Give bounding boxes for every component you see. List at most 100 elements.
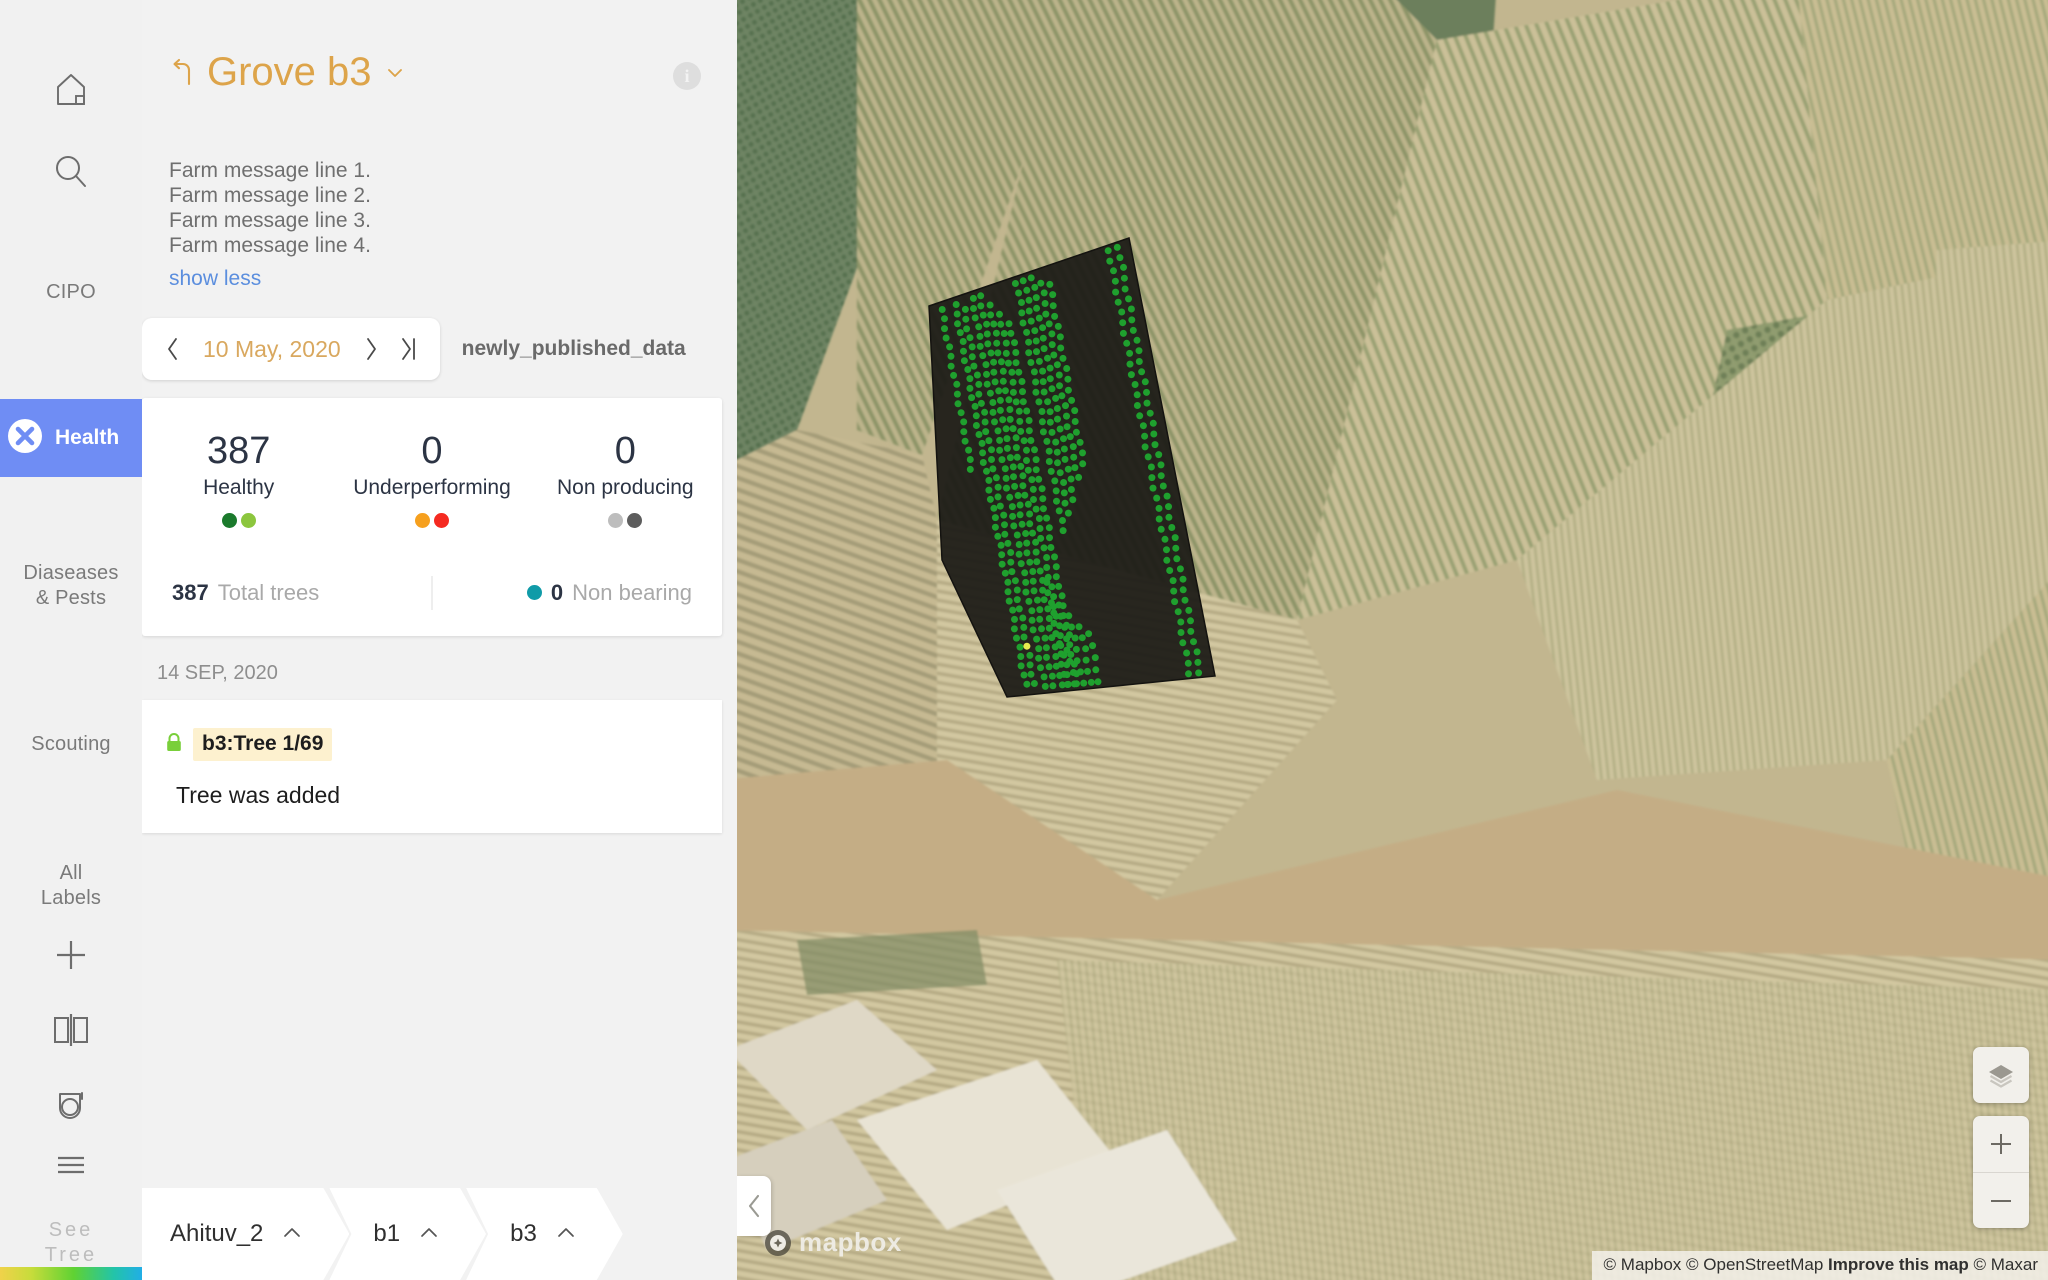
tree-marker[interactable] (1050, 352, 1057, 359)
tree-marker[interactable] (1033, 338, 1040, 345)
tree-marker[interactable] (1026, 297, 1033, 304)
tree-marker[interactable] (988, 456, 995, 463)
tree-marker[interactable] (1052, 439, 1059, 446)
tree-marker[interactable] (973, 422, 980, 429)
tree-marker[interactable] (985, 477, 992, 484)
tree-marker[interactable] (1006, 406, 1013, 413)
tree-marker[interactable] (1006, 598, 1013, 605)
tree-marker[interactable] (1163, 546, 1170, 553)
tree-marker[interactable] (941, 315, 948, 322)
tree-marker[interactable] (1002, 465, 1009, 472)
tree-marker[interactable] (1183, 650, 1190, 657)
tree-marker[interactable] (954, 311, 961, 318)
tree-marker[interactable] (1163, 557, 1170, 564)
tree-marker[interactable] (1027, 437, 1034, 444)
tree-marker[interactable] (999, 561, 1006, 568)
tree-marker[interactable] (1016, 418, 1023, 425)
tree-marker[interactable] (1007, 416, 1014, 423)
tree-marker[interactable] (990, 321, 997, 328)
tree-marker[interactable] (1175, 608, 1182, 615)
tree-marker[interactable] (993, 330, 1000, 337)
tree-marker[interactable] (1059, 517, 1066, 524)
tree-marker[interactable] (1075, 474, 1082, 481)
tree-marker[interactable] (1023, 408, 1030, 415)
tree-marker[interactable] (1069, 496, 1076, 503)
tree-marker[interactable] (1049, 429, 1056, 436)
tree-marker[interactable] (1033, 466, 1040, 473)
tree-marker[interactable] (1002, 570, 1009, 577)
tree-marker[interactable] (1005, 360, 1012, 367)
tree-marker[interactable] (1028, 476, 1035, 483)
tree-marker[interactable] (1170, 588, 1177, 595)
tree-marker[interactable] (970, 363, 977, 370)
sidebar-item-cipo[interactable]: CIPO (0, 270, 142, 314)
tree-marker[interactable] (970, 305, 977, 312)
tree-marker[interactable] (1001, 330, 1008, 337)
tree-marker[interactable] (1141, 433, 1148, 440)
tree-marker[interactable] (1070, 443, 1077, 450)
tree-marker[interactable] (1142, 443, 1149, 450)
tree-marker[interactable] (1007, 454, 1014, 461)
tree-marker[interactable] (966, 375, 973, 382)
tree-marker[interactable] (979, 449, 986, 456)
tree-marker[interactable] (1017, 653, 1024, 660)
tree-marker[interactable] (980, 459, 987, 466)
tree-marker[interactable] (1134, 391, 1141, 398)
tree-marker[interactable] (1068, 476, 1075, 483)
tree-marker[interactable] (998, 542, 1005, 549)
tree-marker[interactable] (989, 465, 996, 472)
tree-marker[interactable] (1060, 527, 1067, 534)
tree-marker[interactable] (1022, 579, 1029, 586)
tree-marker[interactable] (1112, 289, 1119, 296)
tree-marker[interactable] (1043, 654, 1050, 661)
tree-marker[interactable] (975, 323, 982, 330)
tree-marker[interactable] (958, 409, 965, 416)
tree-marker[interactable] (1051, 620, 1058, 627)
tree-marker[interactable] (1033, 294, 1040, 301)
tree-marker[interactable] (960, 428, 967, 435)
tree-marker[interactable] (1011, 339, 1018, 346)
tree-marker[interactable] (1082, 645, 1089, 652)
tree-marker[interactable] (1125, 295, 1132, 302)
tree-marker[interactable] (1130, 327, 1137, 334)
tree-marker[interactable] (1009, 607, 1016, 614)
tree-marker[interactable] (1010, 463, 1017, 470)
tree-marker[interactable] (1000, 512, 1007, 519)
tree-marker[interactable] (1148, 464, 1155, 471)
tree-marker[interactable] (996, 447, 1003, 454)
tree-marker[interactable] (1053, 573, 1060, 580)
tree-marker[interactable] (963, 325, 970, 332)
tree-marker[interactable] (1013, 444, 1020, 451)
tree-marker[interactable] (1037, 525, 1044, 532)
tree-marker[interactable] (1032, 379, 1039, 386)
tree-marker[interactable] (1033, 549, 1040, 556)
tree-marker[interactable] (1019, 615, 1026, 622)
tree-marker[interactable] (1052, 395, 1059, 402)
map-canvas[interactable]: mapbox (737, 0, 2048, 1280)
tree-marker[interactable] (1068, 397, 1075, 404)
tree-marker[interactable] (1019, 388, 1026, 395)
tree-marker[interactable] (1064, 681, 1071, 688)
tree-marker[interactable] (1038, 625, 1045, 632)
tree-marker[interactable] (995, 387, 1002, 394)
tree-marker[interactable] (1022, 589, 1029, 596)
tree-marker[interactable] (1079, 460, 1086, 467)
tree-marker[interactable] (1040, 335, 1047, 342)
tree-marker[interactable] (1051, 553, 1058, 560)
tree-marker[interactable] (1044, 355, 1051, 362)
tree-marker[interactable] (979, 352, 986, 359)
tree-marker[interactable] (1158, 472, 1165, 479)
tree-marker[interactable] (1039, 495, 1046, 502)
tree-marker[interactable] (1007, 330, 1014, 337)
tree-marker[interactable] (998, 358, 1005, 365)
tree-marker[interactable] (1059, 592, 1066, 599)
sidebar-item-health[interactable]: Health (0, 399, 142, 477)
tree-marker[interactable] (1063, 365, 1070, 372)
tree-marker[interactable] (1012, 577, 1019, 584)
tree-marker[interactable] (1011, 625, 1018, 632)
tree-marker[interactable] (1162, 536, 1169, 543)
tree-marker[interactable] (995, 427, 1002, 434)
tree-marker[interactable] (1023, 287, 1030, 294)
tree-marker[interactable] (982, 419, 989, 426)
tree-marker[interactable] (1020, 320, 1027, 327)
